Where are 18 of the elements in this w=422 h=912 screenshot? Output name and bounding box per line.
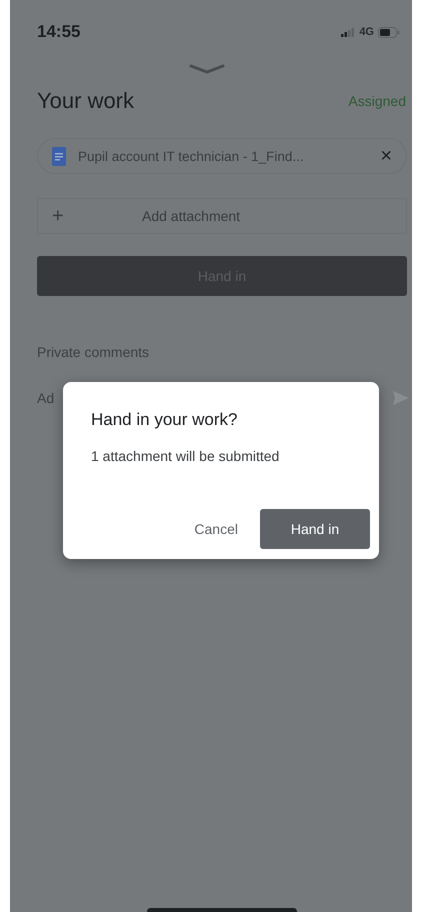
status-label: Assigned (348, 93, 406, 109)
signal-icon (341, 28, 356, 36)
close-button[interactable]: × (376, 144, 396, 168)
battery-icon (378, 26, 400, 38)
private-comments-label: Private comments (37, 344, 150, 360)
attachment-name: Pupil account IT technician - 1_Find... (78, 148, 305, 164)
network-label: 4G (359, 26, 374, 38)
dialog-title: Hand in your work? (91, 410, 238, 430)
cancel-button[interactable]: Cancel (188, 511, 244, 547)
attachment-chip[interactable]: Pupil account IT technician - 1_Find... × (37, 138, 407, 174)
chevron-down-icon[interactable] (188, 64, 224, 74)
comment-field[interactable]: Ad (37, 390, 97, 406)
dialog-message: 1 attachment will be submitted (91, 448, 280, 464)
section-title: Your work (37, 88, 134, 114)
status-time: 14:55 (37, 22, 80, 42)
add-attachment-button[interactable]: + Add attachment (37, 198, 407, 234)
confirm-button[interactable]: Hand in (260, 509, 370, 549)
document-icon (52, 146, 66, 166)
